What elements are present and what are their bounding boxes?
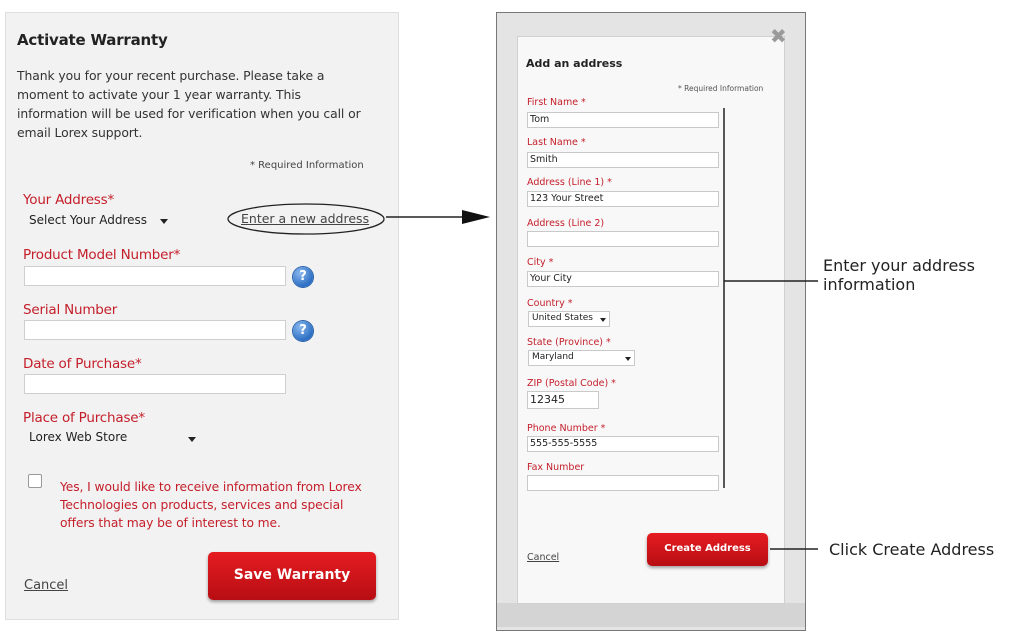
annotation-enter-info-line2: information xyxy=(823,275,916,294)
model-number-input[interactable] xyxy=(24,266,286,286)
country-label: Country * xyxy=(527,298,573,309)
help-icon[interactable]: ? xyxy=(293,321,313,341)
last-name-input[interactable]: Smith xyxy=(527,152,719,168)
address-line1-label: Address (Line 1) * xyxy=(527,177,612,188)
phone-label: Phone Number * xyxy=(527,423,606,434)
page-title: Activate Warranty xyxy=(17,31,168,49)
place-select-value: Lorex Web Store xyxy=(29,430,128,444)
zip-label: ZIP (Postal Code) * xyxy=(527,378,616,389)
state-select-value: Maryland xyxy=(532,352,574,362)
intro-text: Thank you for your recent purchase. Plea… xyxy=(17,68,361,140)
address-line2-input[interactable] xyxy=(527,231,719,247)
address-select-value: Select Your Address xyxy=(29,213,148,227)
serial-number-input[interactable] xyxy=(24,320,286,340)
address-select[interactable]: Select Your Address xyxy=(25,211,175,231)
newsletter-consent-text: Yes, I would like to receive information… xyxy=(60,480,362,530)
date-of-purchase-label: Date of Purchase* xyxy=(23,356,142,372)
city-input[interactable]: Your City xyxy=(527,271,719,287)
annotation-lines xyxy=(723,108,818,550)
fax-input[interactable] xyxy=(527,475,719,491)
first-name-label: First Name * xyxy=(527,97,586,108)
address-line2-label: Address (Line 2) xyxy=(527,218,605,229)
help-icon[interactable]: ? xyxy=(293,267,313,287)
place-of-purchase-select[interactable]: Lorex Web Store xyxy=(25,429,203,449)
address-line1-input[interactable]: 123 Your Street xyxy=(527,191,719,207)
save-warranty-button[interactable]: Save Warranty xyxy=(208,552,376,600)
modal-footer xyxy=(497,603,805,627)
modal-cancel-link[interactable]: Cancel xyxy=(527,552,559,563)
annotation-enter-info: Enter your address information xyxy=(823,256,975,294)
modal-title: Add an address xyxy=(526,57,623,70)
phone-input[interactable]: 555-555-5555 xyxy=(527,436,719,452)
last-name-label: Last Name * xyxy=(527,137,586,148)
state-label: State (Province) * xyxy=(527,337,611,348)
zip-input[interactable]: 12345 xyxy=(527,391,599,409)
city-label: City * xyxy=(527,257,554,268)
newsletter-checkbox[interactable] xyxy=(28,474,42,488)
chevron-down-icon xyxy=(625,357,631,361)
cancel-link[interactable]: Cancel xyxy=(24,578,68,593)
chevron-down-icon xyxy=(160,219,168,224)
first-name-input[interactable]: Tom xyxy=(527,112,719,128)
state-select[interactable]: Maryland xyxy=(528,350,635,366)
enter-new-address-link[interactable]: Enter a new address xyxy=(241,211,369,226)
chevron-down-icon xyxy=(188,437,196,442)
close-icon[interactable]: ✖ xyxy=(770,24,787,48)
place-of-purchase-label: Place of Purchase* xyxy=(23,410,145,426)
country-select-value: United States xyxy=(532,313,593,323)
address-label: Your Address* xyxy=(23,192,115,208)
fax-label: Fax Number xyxy=(527,462,585,473)
modal-required-note: * Required Information xyxy=(678,84,764,93)
serial-number-label: Serial Number xyxy=(23,302,118,318)
annotation-click-create: Click Create Address xyxy=(829,540,995,559)
country-select[interactable]: United States xyxy=(528,311,610,327)
date-of-purchase-input[interactable] xyxy=(24,374,286,394)
pointer-arrow xyxy=(386,210,490,224)
model-number-label: Product Model Number* xyxy=(23,247,181,263)
annotation-enter-info-line1: Enter your address xyxy=(823,256,975,275)
chevron-down-icon xyxy=(600,318,606,322)
